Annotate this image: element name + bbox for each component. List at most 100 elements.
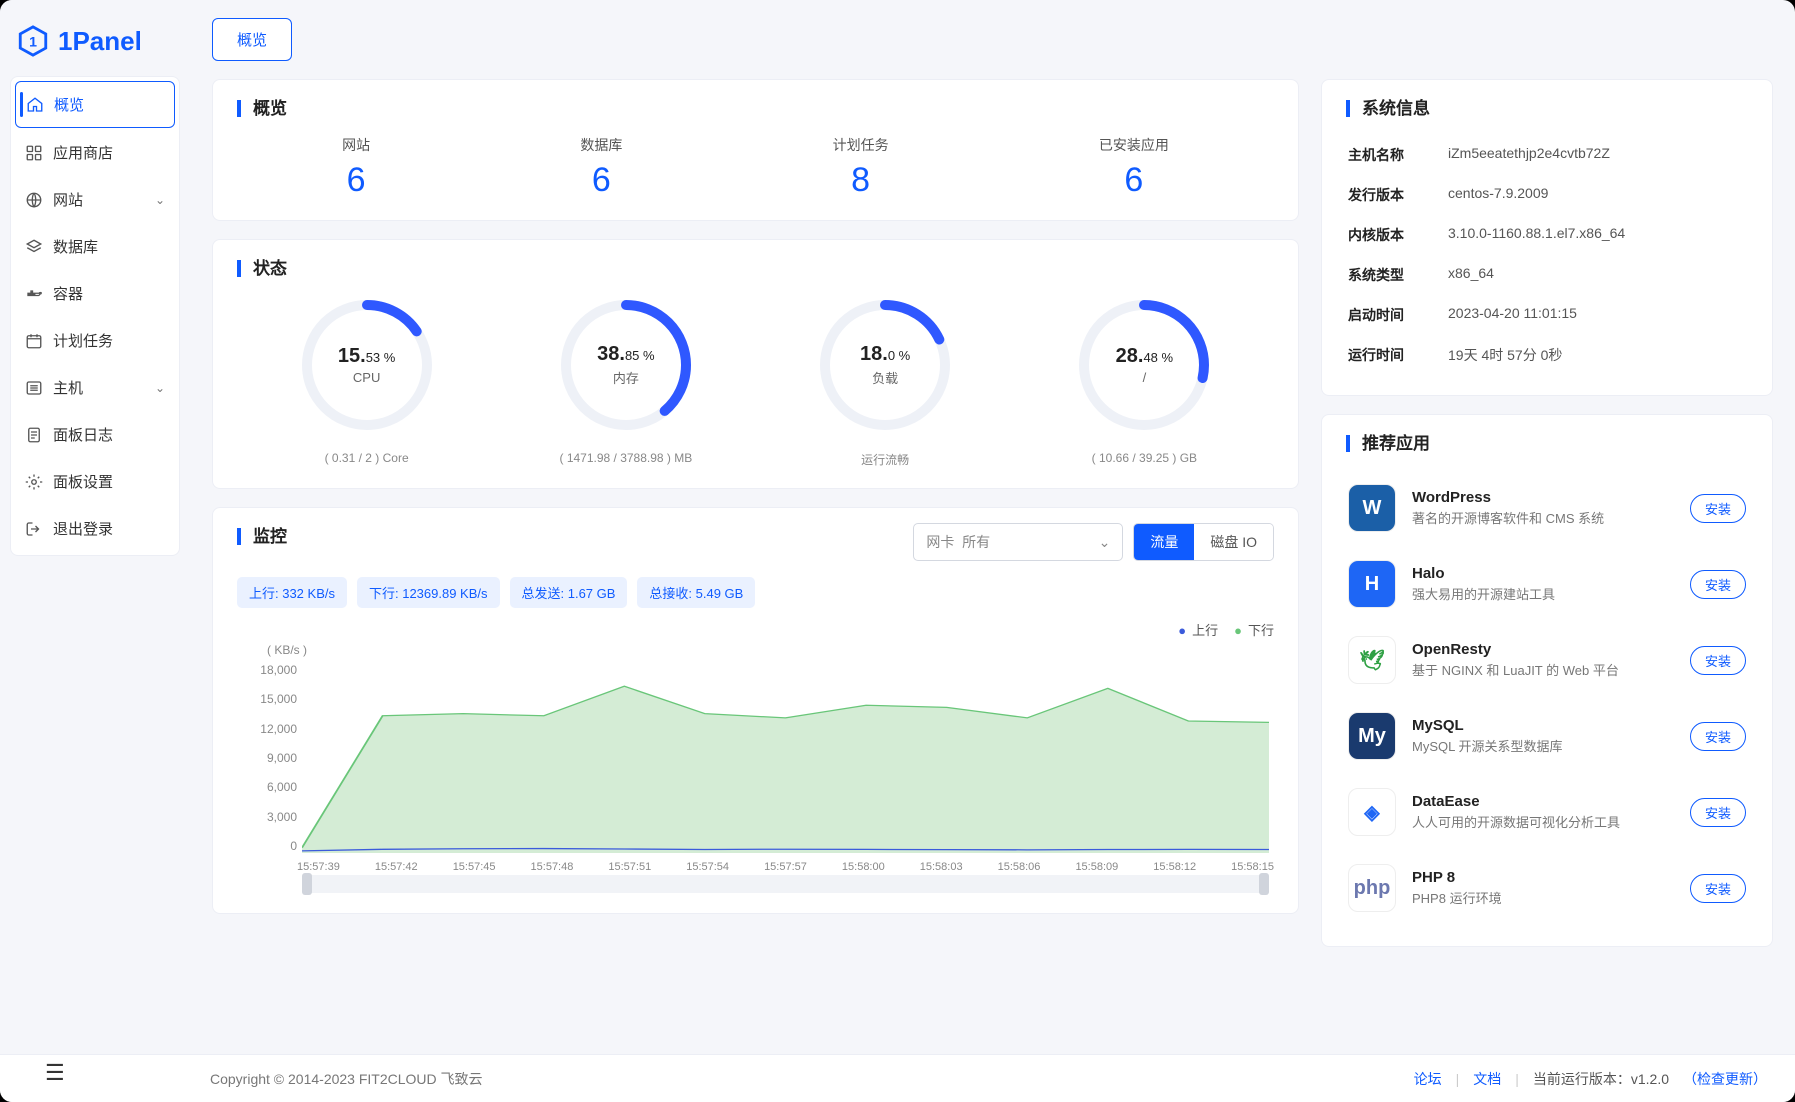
sys-val: iZm5eeatethjp2e4cvtb72Z <box>1448 145 1610 165</box>
app-desc: MySQL 开源关系型数据库 <box>1412 736 1674 755</box>
install-button[interactable]: 安装 <box>1690 798 1746 827</box>
sysinfo-card: 系统信息 主机名称iZm5eeatethjp2e4cvtb72Z发行版本cent… <box>1321 79 1773 396</box>
sidebar-item-docker[interactable]: 容器 <box>15 271 175 316</box>
file-icon <box>25 426 43 444</box>
install-button[interactable]: 安装 <box>1690 722 1746 751</box>
gauge-sub: ( 1471.98 / 3788.98 ) MB <box>560 451 693 465</box>
app-icon: 🕊 <box>1348 636 1396 684</box>
time-brush[interactable] <box>302 875 1269 893</box>
stat-value[interactable]: 6 <box>342 161 370 200</box>
gauge-负载[interactable]: 18.0 %负载 <box>815 295 955 435</box>
gauge-sub: ( 0.31 / 2 ) Core <box>325 451 409 465</box>
sidebar-item-label: 退出登录 <box>53 518 113 539</box>
app-desc: 强大易用的开源建站工具 <box>1412 584 1674 603</box>
app-icon: php <box>1348 864 1396 912</box>
overview-card: 概览 网站6数据库6计划任务8已安装应用6 <box>212 79 1299 221</box>
sidebar-item-calendar[interactable]: 计划任务 <box>15 318 175 363</box>
svg-text:1: 1 <box>29 35 37 51</box>
app-desc: 基于 NGINX 和 LuaJIT 的 Web 平台 <box>1412 660 1674 679</box>
install-button[interactable]: 安装 <box>1690 570 1746 599</box>
traffic-chart[interactable] <box>302 663 1269 853</box>
sidebar-item-file[interactable]: 面板日志 <box>15 412 175 457</box>
menu-toggle-icon[interactable]: ☰ <box>45 1060 65 1086</box>
gauge-sub: ( 10.66 / 39.25 ) GB <box>1092 451 1197 465</box>
install-button[interactable]: 安装 <box>1690 494 1746 523</box>
app-icon: W <box>1348 484 1396 532</box>
sidebar-item-label: 网站 <box>53 189 83 210</box>
sys-key: 系统类型 <box>1348 265 1430 285</box>
stat-value[interactable]: 8 <box>833 161 889 200</box>
docs-link[interactable]: 文档 <box>1473 1069 1501 1089</box>
legend-up: 上行 <box>1178 620 1218 639</box>
legend-down: 下行 <box>1234 620 1274 639</box>
app-icon: ◈ <box>1348 788 1396 836</box>
gear-icon <box>25 473 43 491</box>
sys-key: 运行时间 <box>1348 345 1430 365</box>
sidebar-item-logout[interactable]: 退出登录 <box>15 506 175 551</box>
stat-value[interactable]: 6 <box>1099 161 1169 200</box>
sys-key: 主机名称 <box>1348 145 1430 165</box>
sys-key: 启动时间 <box>1348 305 1430 325</box>
sidebar-item-label: 主机 <box>53 377 83 398</box>
sys-val: 19天 4时 57分 0秒 <box>1448 345 1562 365</box>
tab-overview[interactable]: 概览 <box>212 18 292 61</box>
app-name: Halo <box>1412 565 1674 582</box>
install-button[interactable]: 安装 <box>1690 646 1746 675</box>
logo-text: 1Panel <box>58 26 142 57</box>
stat-label: 计划任务 <box>833 135 889 155</box>
sidebar-item-list[interactable]: 主机 ⌄ <box>15 365 175 410</box>
monitor-badge: 总发送: 1.67 GB <box>510 577 628 608</box>
seg-diskio[interactable]: 磁盘 IO <box>1194 524 1273 560</box>
app-name: PHP 8 <box>1412 869 1674 886</box>
sidebar-item-grid[interactable]: 应用商店 <box>15 130 175 175</box>
status-title: 状态 <box>237 260 1274 277</box>
app-row: ◈ DataEase人人可用的开源数据可视化分析工具 安装 <box>1346 774 1748 850</box>
sys-val: 2023-04-20 11:01:15 <box>1448 305 1577 325</box>
app-icon: H <box>1348 560 1396 608</box>
monitor-badge: 上行: 332 KB/s <box>237 577 347 608</box>
sys-val: x86_64 <box>1448 265 1494 285</box>
app-name: OpenResty <box>1412 641 1674 658</box>
logo[interactable]: 1 1Panel <box>10 16 180 76</box>
stat-label: 数据库 <box>580 135 622 155</box>
chevron-down-icon: ⌄ <box>155 381 165 395</box>
layers-icon <box>25 238 43 256</box>
gauge-内存[interactable]: 38.85 %内存 <box>556 295 696 435</box>
nic-select[interactable]: 网卡 所有 ⌄ <box>913 523 1123 561</box>
app-name: WordPress <box>1412 489 1674 506</box>
app-row: php PHP 8PHP8 运行环境 安装 <box>1346 850 1748 926</box>
apps-card: 推荐应用 W WordPress著名的开源博客软件和 CMS 系统 安装H Ha… <box>1321 414 1773 947</box>
sidebar-item-home[interactable]: 概览 <box>15 81 175 128</box>
chevron-down-icon: ⌄ <box>155 193 165 207</box>
forum-link[interactable]: 论坛 <box>1414 1069 1442 1089</box>
sys-val: 3.10.0-1160.88.1.el7.x86_64 <box>1448 225 1625 245</box>
app-row: H Halo 强大易用的开源建站工具 安装 <box>1346 546 1748 622</box>
stat-label: 已安装应用 <box>1099 135 1169 155</box>
sidebar-item-label: 数据库 <box>53 236 98 257</box>
sidebar-item-label: 面板日志 <box>53 424 113 445</box>
globe-icon <box>25 191 43 209</box>
copyright: Copyright © 2014-2023 FIT2CLOUD 飞致云 <box>210 1069 483 1089</box>
app-row: 🕊 OpenResty 基于 NGINX 和 LuaJIT 的 Web 平台 安装 <box>1346 622 1748 698</box>
app-icon: My <box>1348 712 1396 760</box>
seg-traffic[interactable]: 流量 <box>1134 524 1194 560</box>
install-button[interactable]: 安装 <box>1690 874 1746 903</box>
stat-label: 网站 <box>342 135 370 155</box>
docker-icon <box>25 285 43 303</box>
gauge-CPU[interactable]: 15.53 %CPU <box>297 295 437 435</box>
grid-icon <box>25 144 43 162</box>
sidebar-item-label: 面板设置 <box>53 471 113 492</box>
sidebar-item-layers[interactable]: 数据库 <box>15 224 175 269</box>
stat-value[interactable]: 6 <box>580 161 622 200</box>
gauge-/[interactable]: 28.48 %/ <box>1074 295 1214 435</box>
list-icon <box>25 379 43 397</box>
home-icon <box>26 96 44 114</box>
sidebar-item-gear[interactable]: 面板设置 <box>15 459 175 504</box>
status-card: 状态 15.53 %CPU ( 0.31 / 2 ) Core 38.85 %内… <box>212 239 1299 489</box>
apps-title: 推荐应用 <box>1346 435 1748 452</box>
sidebar-item-globe[interactable]: 网站 ⌄ <box>15 177 175 222</box>
check-update[interactable]: （检查更新） <box>1683 1069 1767 1089</box>
logout-icon <box>25 520 43 538</box>
calendar-icon <box>25 332 43 350</box>
app-desc: 著名的开源博客软件和 CMS 系统 <box>1412 508 1674 527</box>
